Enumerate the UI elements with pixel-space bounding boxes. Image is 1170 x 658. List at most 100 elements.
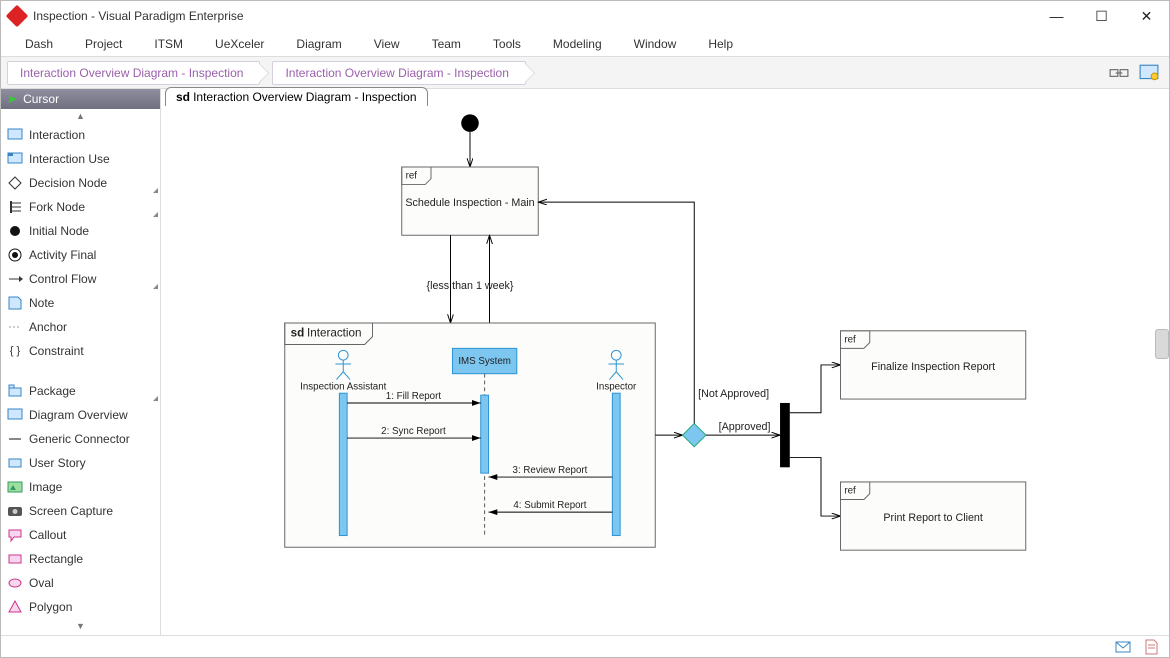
lifeline-assistant [339, 393, 347, 535]
fork-node[interactable] [780, 403, 790, 467]
svg-text:Schedule Inspection - Main: Schedule Inspection - Main [405, 197, 534, 209]
palette-interaction[interactable]: Interaction [1, 123, 160, 147]
ref-schedule-inspection[interactable]: ref Schedule Inspection - Main [402, 167, 539, 235]
menu-dash[interactable]: Dash [9, 33, 69, 55]
guard-not-approved: [Not Approved] [698, 388, 769, 400]
svg-text:3: Review Report: 3: Review Report [513, 465, 588, 476]
guard-approved: [Approved] [719, 421, 771, 433]
palette-callout[interactable]: Callout [1, 523, 160, 547]
flow-fork-to-finalize[interactable] [790, 365, 841, 413]
palette-package[interactable]: Package [1, 379, 160, 403]
breadcrumb-item-1[interactable]: Interaction Overview Diagram - Inspectio… [272, 61, 525, 85]
palette-constraint[interactable]: { }Constraint [1, 339, 160, 363]
diagram-frame-tab: sd Interaction Overview Diagram - Inspec… [165, 87, 428, 106]
window-icon[interactable] [1139, 63, 1159, 83]
menu-team[interactable]: Team [416, 33, 477, 55]
palette-fork-node[interactable]: Fork Node [1, 195, 160, 219]
decision-node[interactable] [683, 423, 706, 446]
svg-text:1: Fill Report: 1: Fill Report [386, 391, 442, 402]
svg-text:Print Report to Client: Print Report to Client [883, 512, 983, 524]
initial-node[interactable] [461, 114, 479, 132]
palette-user-story[interactable]: User Story [1, 451, 160, 475]
palette-cursor[interactable]: ➤ Cursor [1, 89, 160, 109]
palette-screen-capture[interactable]: Screen Capture [1, 499, 160, 523]
cursor-icon: ➤ [7, 93, 17, 105]
fork-node-icon [7, 199, 23, 215]
rectangle-icon [7, 551, 23, 567]
diagram-svg: ref Schedule Inspection - Main {less tha… [161, 89, 1169, 635]
minimize-button[interactable]: — [1034, 1, 1079, 31]
screen-capture-icon [7, 503, 23, 519]
palette-note[interactable]: Note [1, 291, 160, 315]
breadcrumb-item-0[interactable]: Interaction Overview Diagram - Inspectio… [7, 61, 260, 85]
ref-print-report-to-client[interactable]: ref Print Report to Client [841, 482, 1026, 550]
menu-itsm[interactable]: ITSM [138, 33, 199, 55]
tool-palette: ➤ Cursor ▲ Interaction Interaction Use D… [1, 89, 161, 635]
palette-collapse-top[interactable]: ▲ [1, 109, 160, 123]
menu-project[interactable]: Project [69, 33, 138, 55]
note-icon [7, 295, 23, 311]
palette-generic-connector[interactable]: Generic Connector [1, 427, 160, 451]
palette-rectangle[interactable]: Rectangle [1, 547, 160, 571]
generic-connector-icon [7, 431, 23, 447]
svg-text:ref: ref [844, 335, 856, 346]
decision-node-icon [7, 175, 23, 191]
window-title: Inspection - Visual Paradigm Enterprise [33, 9, 244, 23]
interaction-icon [7, 127, 23, 143]
svg-text:ref: ref [406, 171, 418, 182]
polygon-icon [7, 599, 23, 615]
oval-icon [7, 575, 23, 591]
maximize-button[interactable]: ☐ [1079, 1, 1124, 31]
diagram-overview-icon [7, 407, 23, 423]
lifeline-ims-activation [481, 395, 489, 473]
svg-text:2: Sync Report: 2: Sync Report [381, 426, 446, 437]
lifeline-inspector [612, 393, 620, 535]
app-window: Inspection - Visual Paradigm Enterprise … [0, 0, 1170, 658]
palette-initial-node[interactable]: Initial Node [1, 219, 160, 243]
palette-oval[interactable]: Oval [1, 571, 160, 595]
body: ➤ Cursor ▲ Interaction Interaction Use D… [1, 89, 1169, 635]
expand-icon [153, 188, 158, 193]
palette-diagram-overview[interactable]: Diagram Overview [1, 403, 160, 427]
menu-tools[interactable]: Tools [477, 33, 537, 55]
flow-fork-to-print[interactable] [790, 458, 841, 517]
svg-text:Finalize Inspection Report: Finalize Inspection Report [871, 361, 995, 373]
expand-icon [153, 284, 158, 289]
menu-uexceler[interactable]: UeXceler [199, 33, 280, 55]
chain-icon[interactable] [1109, 63, 1129, 83]
expand-icon [153, 396, 158, 401]
menu-view[interactable]: View [358, 33, 416, 55]
palette-image[interactable]: Image [1, 475, 160, 499]
close-button[interactable]: ✕ [1124, 1, 1169, 31]
diagram-canvas[interactable]: sd Interaction Overview Diagram - Inspec… [161, 89, 1169, 635]
breadcrumb: Interaction Overview Diagram - Inspectio… [1, 57, 1169, 89]
mail-icon[interactable] [1115, 639, 1131, 655]
control-flow-icon [7, 271, 23, 287]
svg-text:IMS System: IMS System [458, 356, 511, 367]
expand-icon [153, 212, 158, 217]
palette-activity-final[interactable]: Activity Final [1, 243, 160, 267]
image-icon [7, 479, 23, 495]
note-status-icon[interactable] [1143, 639, 1159, 655]
menu-diagram[interactable]: Diagram [280, 33, 357, 55]
palette-polygon[interactable]: Polygon [1, 595, 160, 619]
menu-window[interactable]: Window [618, 33, 693, 55]
constraint-icon: { } [7, 343, 23, 359]
svg-text:Inspection Assistant: Inspection Assistant [300, 381, 386, 392]
palette-interaction-use[interactable]: Interaction Use [1, 147, 160, 171]
app-icon [6, 5, 29, 28]
activity-final-icon [7, 247, 23, 263]
ref-finalize-inspection-report[interactable]: ref Finalize Inspection Report [841, 331, 1026, 399]
scroll-handle[interactable] [1155, 329, 1169, 359]
anchor-icon [7, 319, 23, 335]
palette-control-flow[interactable]: Control Flow [1, 267, 160, 291]
interaction-frame[interactable]: sd Interaction Inspection Assistant [285, 323, 656, 547]
menu-modeling[interactable]: Modeling [537, 33, 618, 55]
user-story-icon [7, 455, 23, 471]
palette-collapse-bottom[interactable]: ▼ [1, 619, 160, 633]
palette-decision-node[interactable]: Decision Node [1, 171, 160, 195]
svg-text:sd Interaction: sd Interaction [291, 327, 362, 340]
palette-anchor[interactable]: Anchor [1, 315, 160, 339]
package-icon [7, 383, 23, 399]
menu-help[interactable]: Help [692, 33, 749, 55]
